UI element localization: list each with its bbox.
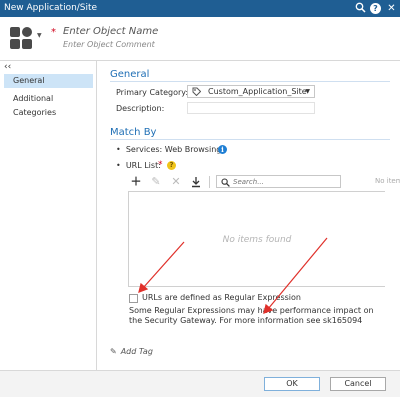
primary-category-select[interactable]: Custom_Application_Site ▼: [187, 85, 315, 98]
collapse-sidebar-button[interactable]: ‹‹: [4, 62, 11, 72]
section-match-by-heading: Match By: [110, 127, 157, 138]
object-comment-field[interactable]: Enter Object Comment: [63, 40, 155, 49]
window-title: New Application/Site: [4, 3, 98, 13]
hint-icon[interactable]: ?: [167, 161, 176, 170]
object-name-field[interactable]: Enter Object Name: [63, 26, 158, 37]
ok-button[interactable]: OK: [264, 377, 320, 391]
section-divider: [110, 139, 390, 140]
search-icon[interactable]: [354, 2, 367, 15]
sidebar: ‹‹ General Additional Categories: [0, 61, 97, 370]
regex-checkbox[interactable]: [129, 294, 138, 303]
object-header: ▼ * Enter Object Name Enter Object Comme…: [0, 17, 400, 61]
performance-note: Some Regular Expressions may have perfor…: [129, 306, 374, 325]
add-tag-link[interactable]: ✎ Add Tag: [110, 347, 153, 356]
chevron-down-icon: ▼: [305, 88, 310, 95]
main-content: General Primary Category: Custom_Applica…: [97, 61, 400, 370]
regex-checkbox-label[interactable]: URLs are defined as Regular Expression: [142, 293, 301, 302]
search-icon: [221, 176, 230, 190]
window-titlebar: New Application/Site ? ✕: [0, 0, 400, 17]
required-mark: *: [158, 160, 163, 170]
url-search-input[interactable]: [233, 177, 338, 187]
edit-icon[interactable]: ✎: [148, 174, 164, 190]
url-list-item: • URL List:: [116, 161, 161, 170]
toolbar-separator: [209, 176, 210, 188]
primary-category-value: Custom_Application_Site: [208, 87, 307, 96]
tag-icon: [192, 87, 202, 98]
sidebar-item-additional-categories[interactable]: Additional Categories: [4, 92, 93, 117]
url-list-toolbar: ＋ ✎ ✕ No items fou: [128, 174, 400, 190]
primary-category-label: Primary Category:: [116, 88, 189, 97]
url-list[interactable]: No items found: [128, 191, 385, 287]
services-label: Services: Web Browsing: [125, 145, 222, 154]
help-icon[interactable]: ?: [369, 2, 382, 15]
section-divider: [110, 81, 390, 82]
description-field[interactable]: [187, 102, 315, 114]
close-icon[interactable]: ✕: [385, 2, 398, 15]
import-icon[interactable]: [188, 174, 204, 190]
description-label: Description:: [116, 104, 165, 113]
empty-list-message: No items found: [222, 235, 292, 245]
required-mark: *: [51, 27, 56, 38]
delete-icon[interactable]: ✕: [168, 174, 184, 190]
info-icon[interactable]: i: [218, 145, 227, 154]
add-icon[interactable]: ＋: [128, 174, 144, 190]
add-tag-label: Add Tag: [120, 347, 153, 356]
sidebar-item-general[interactable]: General: [4, 74, 93, 88]
url-list-label: URL List:: [125, 161, 161, 170]
section-general-heading: General: [110, 69, 150, 80]
url-search-box[interactable]: [216, 175, 341, 188]
services-item[interactable]: • Services: Web Browsing: [116, 145, 221, 154]
cancel-button[interactable]: Cancel: [330, 377, 386, 391]
chevron-down-icon[interactable]: ▼: [37, 32, 42, 39]
application-icon[interactable]: [10, 27, 32, 49]
pencil-icon: ✎: [110, 347, 117, 356]
no-items-status: No items fou: [375, 177, 400, 185]
dialog-footer: OK Cancel: [0, 370, 400, 397]
